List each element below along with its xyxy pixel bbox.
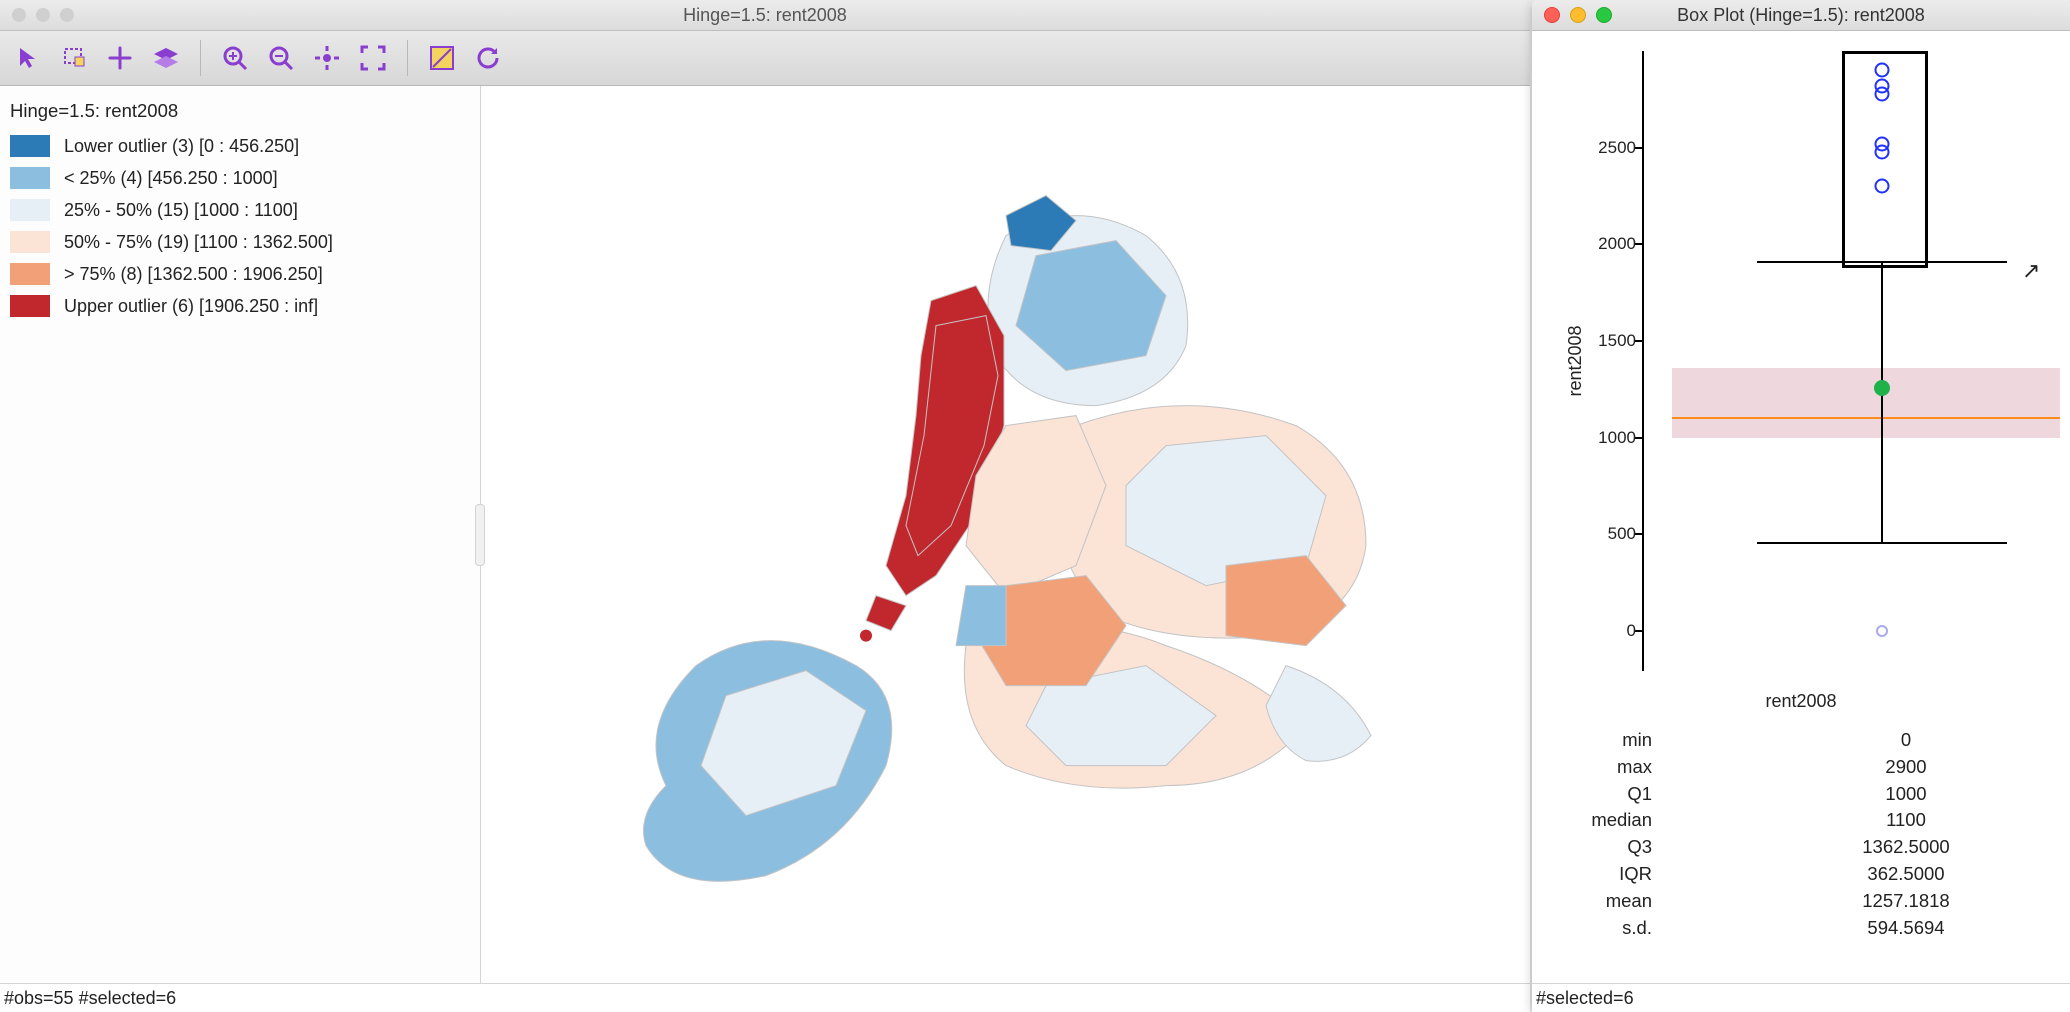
outlier-point[interactable] (1876, 625, 1888, 637)
stat-row: Q11000 (1552, 781, 2050, 808)
legend-item[interactable]: 50% - 75% (19) [1100 : 1362.500] (10, 226, 470, 258)
toolbar-separator (200, 40, 201, 76)
legend-item[interactable]: < 25% (4) [456.250 : 1000] (10, 162, 470, 194)
x-axis-label: rent2008 (1532, 691, 2070, 712)
cursor-icon: ↖ (2022, 258, 2040, 284)
refresh-icon[interactable] (468, 38, 508, 78)
zoom-out-icon[interactable] (261, 38, 301, 78)
legend-swatch (10, 199, 50, 221)
legend-swatch (10, 167, 50, 189)
legend-swatch (10, 295, 50, 317)
sidebar-handle[interactable] (475, 504, 485, 566)
legend-item[interactable]: 25% - 50% (15) [1000 : 1100] (10, 194, 470, 226)
select-rect-icon[interactable] (54, 38, 94, 78)
legend-sidebar: Hinge=1.5: rent2008 Lower outlier (3) [0… (0, 86, 481, 983)
map-status-bar: #obs=55 #selected=6 (0, 983, 1530, 1012)
y-tick: 0 (1580, 621, 1636, 641)
y-tick: 2000 (1580, 234, 1636, 254)
boxplot-titlebar[interactable]: Box Plot (Hinge=1.5): rent2008 (1532, 0, 2070, 31)
legend-label: Upper outlier (6) [1906.250 : inf] (64, 296, 318, 317)
layers-icon[interactable] (146, 38, 186, 78)
fit-icon[interactable] (353, 38, 393, 78)
toolbar-separator (407, 40, 408, 76)
pointer-icon[interactable] (8, 38, 48, 78)
minimize-icon[interactable] (1570, 7, 1586, 23)
legend-label: > 75% (8) [1362.500 : 1906.250] (64, 264, 323, 285)
legend-label: Lower outlier (3) [0 : 456.250] (64, 136, 299, 157)
iqr-band (1672, 368, 2060, 438)
mean-point (1874, 380, 1890, 396)
pan-icon[interactable] (100, 38, 140, 78)
map-window: Hinge=1.5: rent2008 Hinge=1.5: rent2008 … (0, 0, 1530, 1012)
boxplot-window: Box Plot (Hinge=1.5): rent2008 rent2008 … (1532, 0, 2070, 1012)
legend-label: < 25% (4) [456.250 : 1000] (64, 168, 278, 189)
legend-item[interactable]: > 75% (8) [1362.500 : 1906.250] (10, 258, 470, 290)
maximize-icon[interactable] (60, 8, 74, 22)
brush-icon[interactable] (422, 38, 462, 78)
outlier-point[interactable] (1875, 144, 1890, 159)
stat-row: max2900 (1552, 754, 2050, 781)
y-tick: 2500 (1580, 138, 1636, 158)
map-titlebar[interactable]: Hinge=1.5: rent2008 (0, 0, 1530, 31)
outlier-point[interactable] (1875, 179, 1890, 194)
close-icon[interactable] (1544, 7, 1560, 23)
zoom-in-icon[interactable] (215, 38, 255, 78)
map-window-title: Hinge=1.5: rent2008 (0, 5, 1530, 26)
boxplot-canvas[interactable]: 05001000150020002500↖ (1642, 31, 2070, 691)
stat-row: min0 (1552, 727, 2050, 754)
legend-swatch (10, 263, 50, 285)
stat-row: mean1257.1818 (1552, 888, 2050, 915)
legend-label: 25% - 50% (15) [1000 : 1100] (64, 200, 298, 221)
y-tick: 1000 (1580, 428, 1636, 448)
minimize-icon[interactable] (36, 8, 50, 22)
maximize-icon[interactable] (1596, 7, 1612, 23)
boxplot-status-bar: #selected=6 (1532, 983, 2070, 1012)
legend-label: 50% - 75% (19) [1100 : 1362.500] (64, 232, 333, 253)
stat-row: s.d.594.5694 (1552, 915, 2050, 942)
window-controls[interactable] (0, 8, 74, 22)
legend-item[interactable]: Upper outlier (6) [1906.250 : inf] (10, 290, 470, 322)
legend-title: Hinge=1.5: rent2008 (10, 100, 470, 122)
median-line (1672, 417, 2060, 419)
boxplot-window-title: Box Plot (Hinge=1.5): rent2008 (1532, 5, 2070, 26)
y-tick: 500 (1580, 524, 1636, 544)
zoom-extent-icon[interactable] (307, 38, 347, 78)
toolbar (0, 31, 1530, 86)
legend-item[interactable]: Lower outlier (3) [0 : 456.250] (10, 130, 470, 162)
y-tick: 1500 (1580, 331, 1636, 351)
close-icon[interactable] (12, 8, 26, 22)
window-controls[interactable] (1532, 7, 1612, 23)
choropleth-map[interactable] (606, 126, 1406, 946)
stat-row: IQR362.5000 (1552, 861, 2050, 888)
stat-row: Q31362.5000 (1552, 834, 2050, 861)
map-canvas[interactable] (481, 86, 1530, 983)
legend-swatch (10, 231, 50, 253)
stat-row: median1100 (1552, 807, 2050, 834)
stats-table: min0max2900Q11000median1100Q31362.5000IQ… (1532, 721, 2070, 942)
outlier-point[interactable] (1875, 63, 1890, 78)
outlier-point[interactable] (1875, 86, 1890, 101)
legend-swatch (10, 135, 50, 157)
